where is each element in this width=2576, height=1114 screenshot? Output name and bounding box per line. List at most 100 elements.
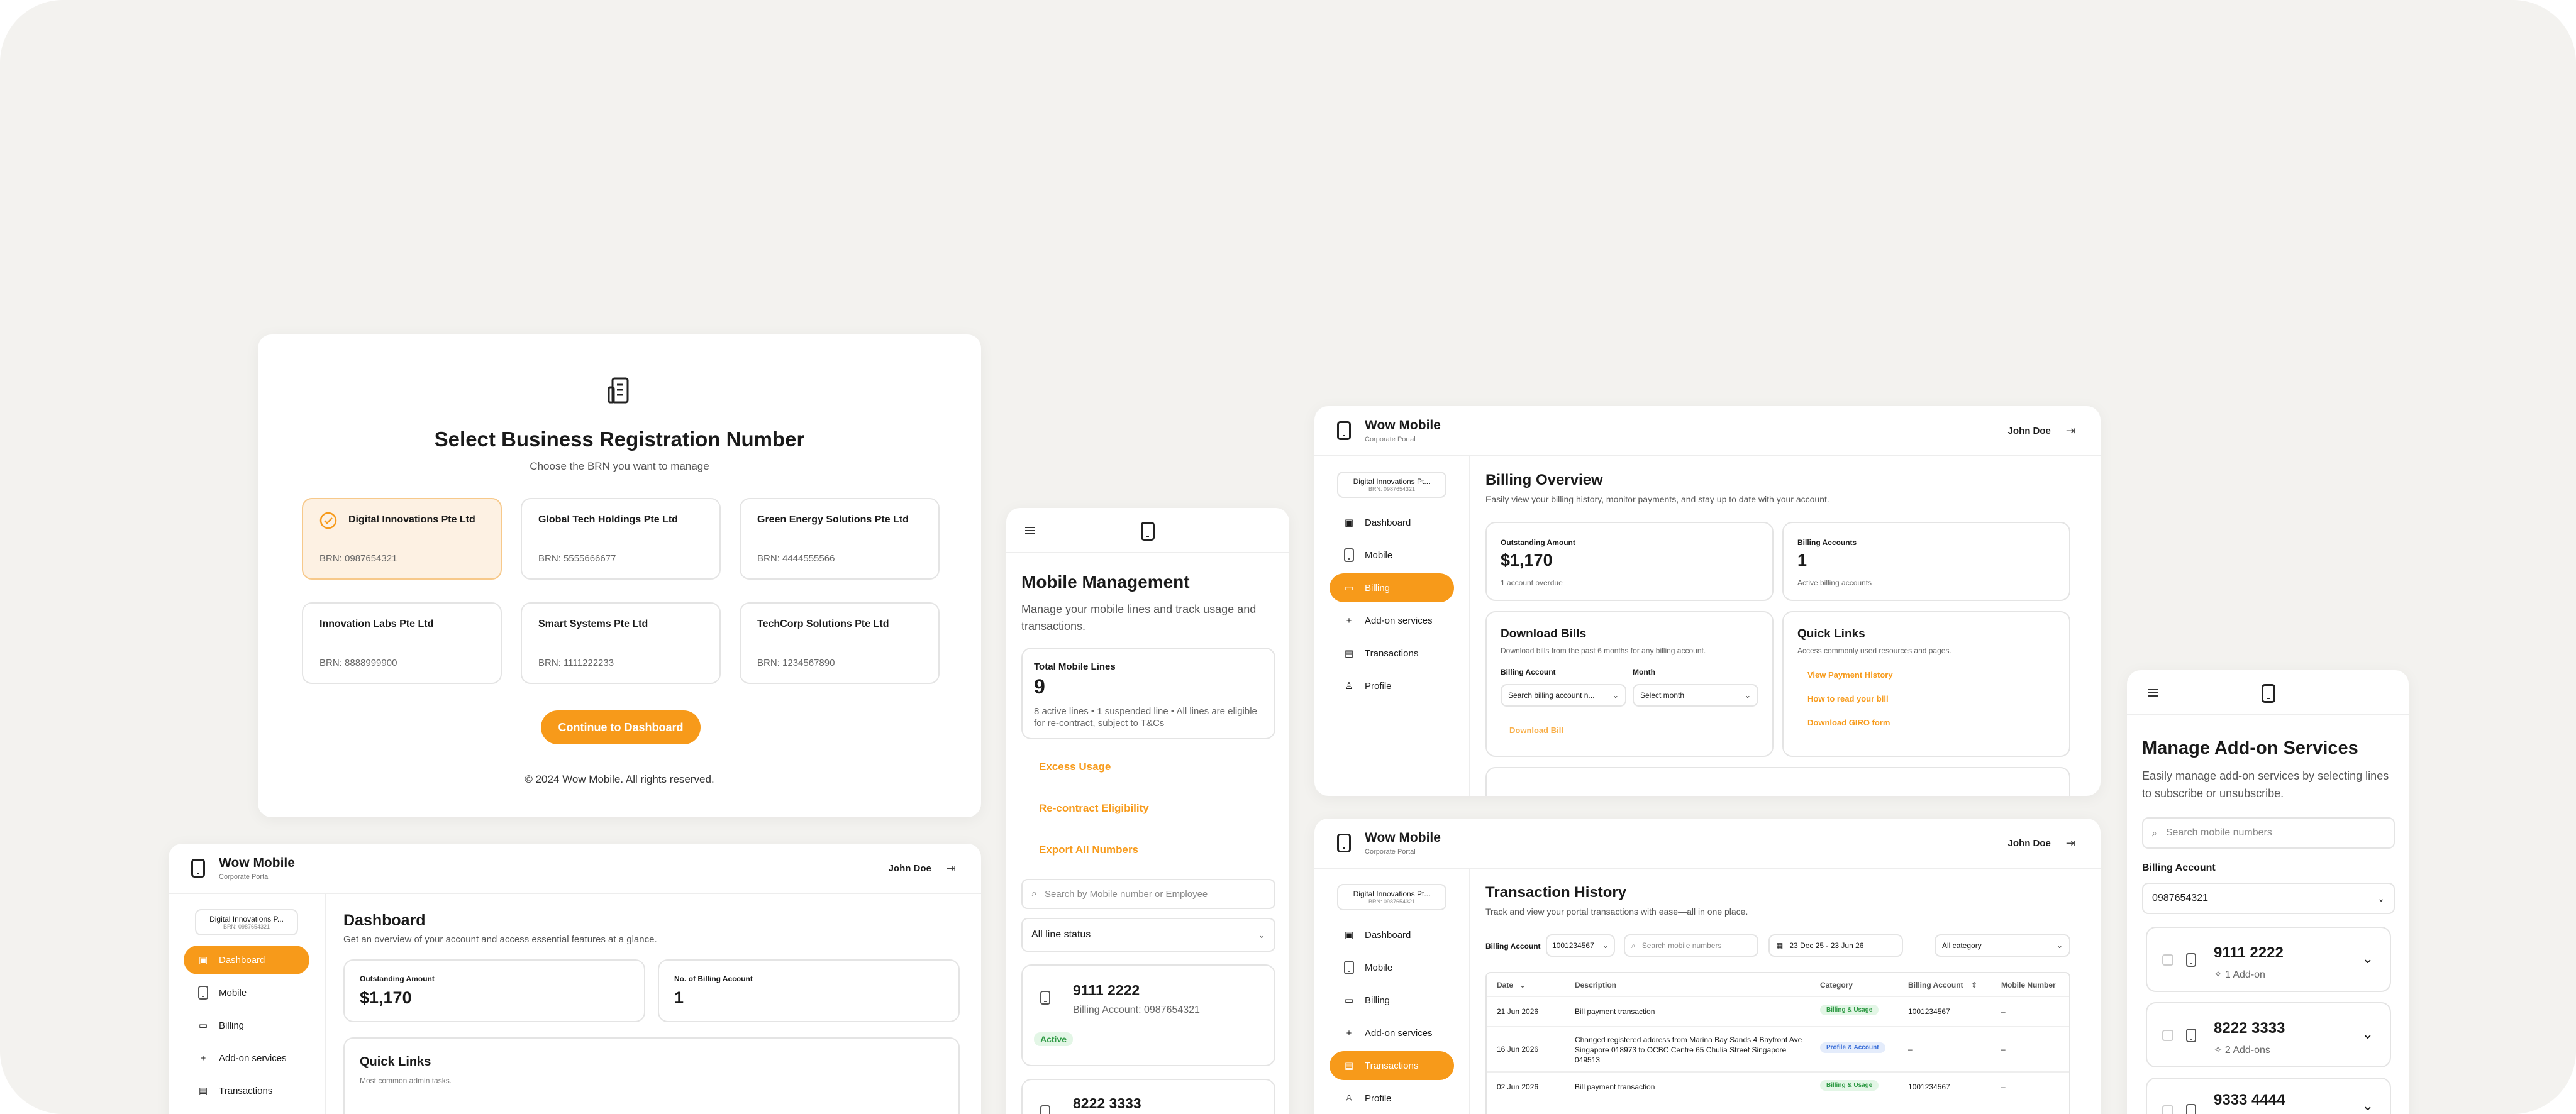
nav-profile[interactable]: ♙ Profile <box>1330 1084 1454 1113</box>
account-switcher[interactable]: Digital Innovations Pt... BRN: 098765432… <box>1337 472 1446 498</box>
export-link[interactable]: Export All Numbers <box>1039 844 1138 856</box>
nav-addon[interactable]: + Add-on services <box>1330 1018 1454 1047</box>
nav-dashboard[interactable]: ▣ Dashboard <box>1330 508 1454 537</box>
phone-icon <box>2186 1029 2196 1042</box>
nav-label: Billing <box>219 1020 245 1031</box>
cell-mobile: – <box>2001 1045 2006 1054</box>
check-circle-icon <box>319 512 337 529</box>
cell-account: 1001234567 <box>1908 1083 1950 1091</box>
section-subtitle: Access commonly used resources and pages… <box>1797 646 1951 655</box>
nav-addon[interactable]: + Add-on services <box>1330 606 1454 635</box>
addon-account-select[interactable]: 0987654321 ⌄ <box>2142 883 2395 914</box>
checkbox[interactable] <box>2162 954 2174 966</box>
nav-mobile[interactable]: Mobile <box>1330 541 1454 570</box>
logout-icon[interactable]: ⇥ <box>947 862 956 875</box>
company-card[interactable]: Green Energy Solutions Pte Ltd BRN: 4444… <box>740 498 940 580</box>
download-bill-button[interactable]: Download Bill <box>1509 725 1563 735</box>
select-placeholder: Select month <box>1640 691 1685 700</box>
stat-label: Total Mobile Lines <box>1034 661 1116 672</box>
table-row[interactable]: 21 Jun 2026 Bill payment transaction Bil… <box>1487 997 2069 1027</box>
account-name: Digital Innovations Pt... <box>1353 477 1431 486</box>
month-select[interactable]: Select month ⌄ <box>1633 684 1758 707</box>
table-row[interactable]: 16 Jun 2026 Changed registered address f… <box>1487 1027 2069 1073</box>
nav-billing[interactable]: ▭ Billing <box>184 1011 309 1040</box>
company-card[interactable]: Digital Innovations Pte Ltd BRN: 0987654… <box>302 498 502 580</box>
line-card[interactable]: 9111 2222 Billing Account: 0987654321 Ac… <box>1021 964 1275 1066</box>
menu-icon[interactable] <box>1025 527 1035 534</box>
line-number: 9333 4444 <box>2214 1091 2285 1108</box>
company-card[interactable]: TechCorp Solutions Pte Ltd BRN: 12345678… <box>740 602 940 684</box>
account-brn: BRN: 0987654321 <box>1368 486 1416 492</box>
addon-line-card[interactable]: 8222 3333 ✧ 2 Add-ons ⌄ <box>2146 1002 2391 1067</box>
brand-sub: Corporate Portal <box>219 873 270 881</box>
read-bill-link[interactable]: How to read your bill <box>1807 694 1889 703</box>
account-switcher[interactable]: Digital Innovations Pt... BRN: 098765432… <box>1337 884 1446 910</box>
menu-icon[interactable] <box>2148 689 2158 697</box>
company-card[interactable]: Innovation Labs Pte Ltd BRN: 8888999900 <box>302 602 502 684</box>
continue-button[interactable]: Continue to Dashboard <box>541 710 701 744</box>
addon-line-card[interactable]: 9111 2222 ✧ 1 Add-on ⌄ <box>2146 927 2391 992</box>
addon-search-input[interactable]: ⌕ Search mobile numbers <box>2142 817 2395 849</box>
nav-dashboard[interactable]: ▣ Dashboard <box>1330 920 1454 949</box>
excess-usage-link[interactable]: Excess Usage <box>1039 761 1111 773</box>
addon-line-card[interactable]: 9333 4444 ⌄ <box>2146 1078 2391 1114</box>
col-header[interactable]: Date <box>1497 981 1513 990</box>
addon-panel: Manage Add-on Services Easily manage add… <box>2127 670 2409 1114</box>
tx-search-input[interactable]: ⌕ Search mobile numbers <box>1624 934 1758 957</box>
addon-count: ✧ 1 Add-on <box>2214 968 2265 981</box>
chevron-down-icon[interactable]: ⌄ <box>2362 1098 2373 1114</box>
nav-label: Dashboard <box>219 954 265 966</box>
category-badge: Profile & Account <box>1820 1042 1885 1053</box>
date-range-picker[interactable]: ▦ 23 Dec 25 - 23 Jun 26 <box>1768 934 1903 957</box>
accounts-card: Billing Accounts 1 Active billing accoun… <box>1782 522 2070 601</box>
payment-history-link[interactable]: View Payment History <box>1807 670 1893 680</box>
nav-transactions[interactable]: ▤ Transactions <box>1330 1051 1454 1080</box>
account-switcher[interactable]: Digital Innovations P... BRN: 0987654321 <box>195 909 298 935</box>
category-filter[interactable]: All category ⌄ <box>1935 934 2070 957</box>
account-filter[interactable]: 1001234567 ⌄ <box>1546 934 1615 957</box>
company-card[interactable]: Global Tech Holdings Pte Ltd BRN: 555566… <box>521 498 721 580</box>
checkbox[interactable] <box>2162 1105 2174 1114</box>
billing-account-select[interactable]: Search billing account n... ⌄ <box>1501 684 1626 707</box>
line-number: 8222 3333 <box>1073 1095 1141 1111</box>
chevron-down-icon: ⌄ <box>1744 691 1751 700</box>
nav-billing[interactable]: ▭ Billing <box>1330 573 1454 602</box>
col-header[interactable]: Billing Account <box>1908 981 1963 990</box>
select-value: 1001234567 <box>1552 941 1594 950</box>
section-title: Quick Links <box>360 1055 431 1069</box>
stat-note: Active billing accounts <box>1797 578 1872 587</box>
chevron-down-icon[interactable]: ⌄ <box>2362 951 2373 967</box>
nav-mobile[interactable]: Mobile <box>184 978 309 1007</box>
nav-mobile[interactable]: Mobile <box>1330 953 1454 982</box>
line-status-select[interactable]: All line status ⌄ <box>1021 918 1275 952</box>
dashboard-main: Dashboard Get an overview of your accoun… <box>343 894 960 1114</box>
download-bills-card: Download Bills Download bills from the p… <box>1485 611 1774 757</box>
search-icon: ⌕ <box>2152 827 2157 838</box>
billing-more-card <box>1485 767 2070 796</box>
logout-icon[interactable]: ⇥ <box>2066 424 2075 438</box>
table-row[interactable]: 02 Jun 2026 Bill payment transaction Bil… <box>1487 1073 2069 1103</box>
nav-profile[interactable]: ♙ Profile <box>1330 671 1454 700</box>
line-card[interactable]: 8222 3333 <box>1021 1079 1275 1114</box>
phone-logo-icon <box>2262 684 2275 703</box>
giro-form-link[interactable]: Download GIRO form <box>1807 718 1890 727</box>
logout-icon[interactable]: ⇥ <box>2066 837 2075 850</box>
nav-dashboard[interactable]: ▣ Dashboard <box>184 946 309 974</box>
company-card[interactable]: Smart Systems Pte Ltd BRN: 1111222233 <box>521 602 721 684</box>
stat-label: Outstanding Amount <box>1501 538 1575 547</box>
nav-transactions[interactable]: ▤ Transactions <box>1330 639 1454 668</box>
status-badge: Active <box>1034 1032 1074 1046</box>
chevron-down-icon[interactable]: ⌄ <box>2362 1026 2373 1042</box>
recontract-link[interactable]: Re-contract Eligibility <box>1039 802 1149 815</box>
nav-billing[interactable]: ▭ Billing <box>1330 986 1454 1015</box>
checkbox[interactable] <box>2162 1030 2174 1041</box>
total-lines-card: Total Mobile Lines 9 8 active lines • 1 … <box>1021 648 1275 739</box>
brn-footer: © 2024 Wow Mobile. All rights reserved. <box>525 773 714 785</box>
nav-addon[interactable]: + Add-on services <box>184 1044 309 1073</box>
page-title: Mobile Management <box>1021 572 1190 592</box>
mobile-search-input[interactable]: ⌕ Search by Mobile number or Employee <box>1021 879 1275 909</box>
account-name: Digital Innovations Pt... <box>1353 890 1431 898</box>
sidebar: Digital Innovations Pt... BRN: 098765432… <box>1314 869 1470 1114</box>
plus-icon: + <box>200 1052 206 1064</box>
nav-transactions[interactable]: ▤ Transactions <box>184 1076 309 1105</box>
